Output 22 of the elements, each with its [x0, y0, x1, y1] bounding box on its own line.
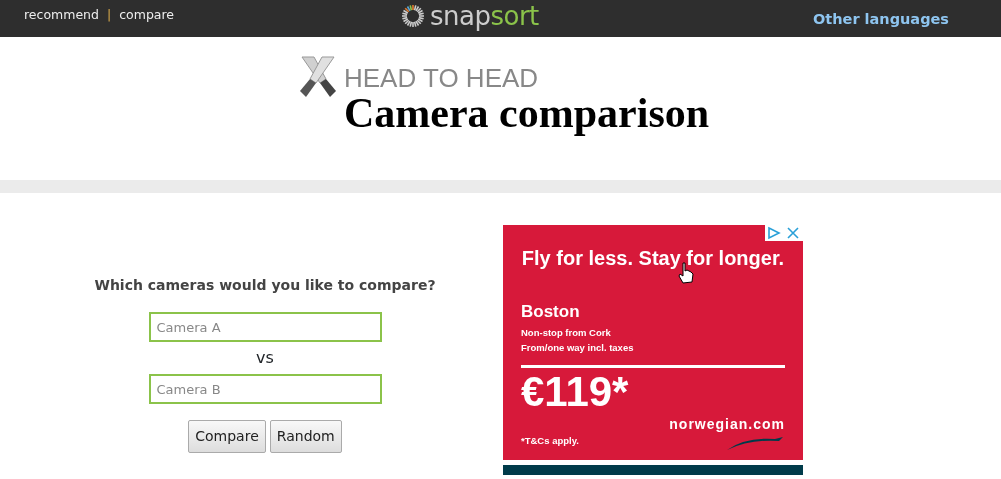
nav-link[interactable]: compare [119, 7, 175, 22]
ad-banner[interactable]: Fly for less. Stay for longer. Boston Non-stop from Cork From/one way incl. taxes €119* *T&Cs apply. norwegian.com [503, 225, 803, 460]
logo-text[interactable]: snapsort [430, 2, 539, 30]
kicker-text: HEAD TO HEAD [344, 65, 540, 91]
logo-icon[interactable] [400, 3, 426, 29]
camera-field[interactable]: Camera B [148, 374, 382, 404]
form-button[interactable]: Random [269, 420, 342, 453]
ad-text: Non-stop from Cork [521, 325, 612, 340]
page-title: Camera comparison [344, 91, 710, 135]
question-text: Which cameras would you like to compare? [94, 276, 436, 295]
terms-text: *T&Cs apply. [521, 434, 579, 449]
ad-headline: Fly for less. Stay for longer. [520, 246, 786, 271]
city-text: Boston [521, 301, 581, 323]
price-text: €119* [521, 369, 630, 414]
nav-link[interactable]: recommend [24, 7, 99, 22]
camera-field[interactable]: Camera A [148, 312, 382, 342]
brand-text: norwegian.com [669, 414, 785, 434]
separator-text: | [107, 7, 112, 22]
ad-text: From/one way incl. taxes [521, 340, 635, 355]
languages-link[interactable]: Other languages [812, 9, 949, 31]
vs-text: vs [256, 347, 274, 369]
form-button[interactable]: Compare [188, 420, 266, 453]
